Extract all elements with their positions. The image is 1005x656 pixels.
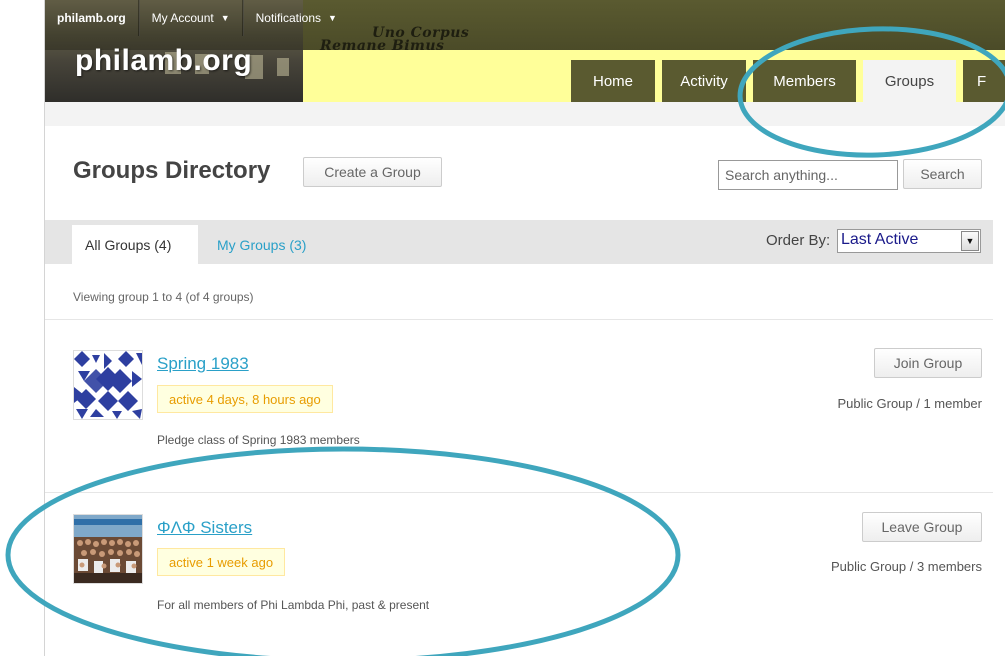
- create-group-button[interactable]: Create a Group: [303, 157, 442, 187]
- nav-tab-truncated[interactable]: F: [963, 60, 1005, 102]
- page: Uno Corpus Remane Bimus philamb.org My A…: [0, 0, 1005, 656]
- nav-tab-members[interactable]: Members: [753, 60, 856, 102]
- nav-tab-groups[interactable]: Groups: [863, 60, 956, 102]
- divider: [45, 492, 993, 493]
- admin-bar: philamb.org My Account ▼ Notifications ▼: [45, 0, 1005, 36]
- select-arrow-icon[interactable]: ▼: [961, 231, 979, 251]
- nav-tab-activity[interactable]: Activity: [662, 60, 746, 102]
- notifications-label: Notifications: [255, 11, 321, 25]
- order-by-value: Last Active: [841, 231, 919, 248]
- group-avatar[interactable]: [73, 350, 143, 420]
- group-description: For all members of Phi Lambda Phi, past …: [157, 598, 430, 612]
- group-description: Pledge class of Spring 1983 members: [157, 433, 360, 447]
- notifications-menu[interactable]: Notifications ▼: [244, 0, 349, 36]
- tab-my-groups[interactable]: My Groups (3): [217, 225, 306, 264]
- activity-badge: active 4 days, 8 hours ago: [157, 385, 333, 413]
- site-header: Uno Corpus Remane Bimus philamb.org My A…: [45, 0, 1005, 102]
- join-group-button[interactable]: Join Group: [874, 348, 982, 378]
- leave-group-button[interactable]: Leave Group: [862, 512, 982, 542]
- order-by-label: Order By:: [766, 232, 831, 249]
- my-account-label: My Account: [151, 11, 214, 25]
- pagination-count: Viewing group 1 to 4 (of 4 groups): [73, 290, 254, 304]
- group-meta: Public Group / 1 member: [837, 396, 982, 411]
- group-avatar[interactable]: [73, 514, 143, 584]
- order-by-select[interactable]: Last Active ▼: [837, 229, 981, 253]
- divider: [45, 319, 993, 320]
- header-divider: [45, 102, 1005, 126]
- main-nav: Home Activity Members Groups F: [571, 60, 1005, 102]
- group-photo-icon: [74, 515, 142, 583]
- activity-badge: active 1 week ago: [157, 548, 286, 576]
- page-title: Groups Directory: [73, 157, 271, 184]
- group-name-link[interactable]: ΦΛΦ Sisters: [157, 518, 252, 538]
- caret-down-icon: ▼: [220, 13, 230, 23]
- site-title[interactable]: philamb.org: [75, 44, 252, 78]
- group-meta: Public Group / 3 members: [830, 559, 982, 574]
- search-button[interactable]: Search: [903, 159, 982, 189]
- my-account-menu[interactable]: My Account ▼: [140, 0, 242, 36]
- search-input[interactable]: [718, 160, 898, 190]
- group-name-link[interactable]: Spring 1983: [157, 354, 249, 374]
- geometric-avatar-icon: [74, 351, 142, 419]
- admin-bar-home-link[interactable]: philamb.org: [45, 0, 138, 36]
- tab-all-groups[interactable]: All Groups (4): [72, 225, 198, 264]
- caret-down-icon: ▼: [328, 13, 337, 23]
- nav-tab-home[interactable]: Home: [571, 60, 655, 102]
